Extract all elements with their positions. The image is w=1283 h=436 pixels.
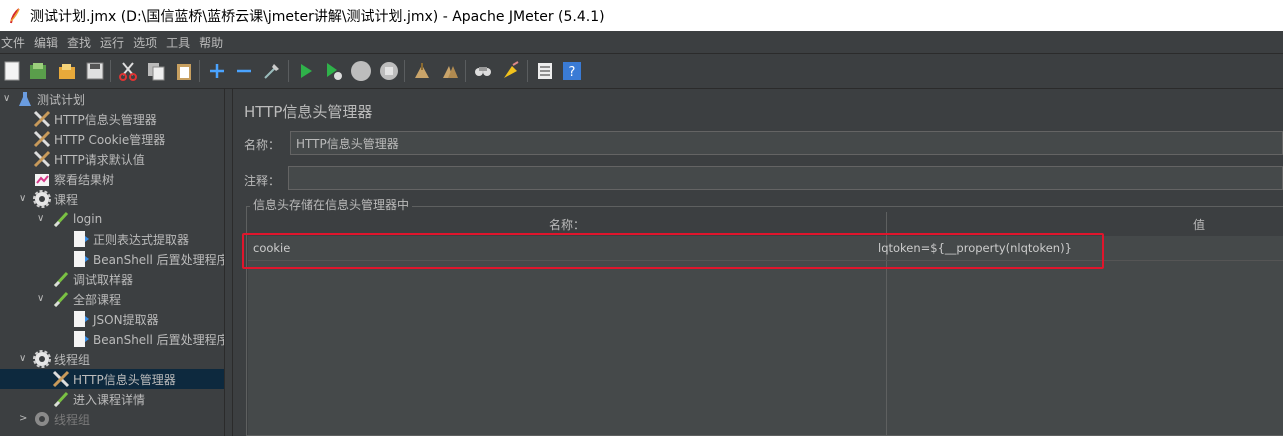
tree-node-http-header-manager[interactable]: HTTP信息头管理器 [33,109,157,129]
tree-node-debug-sampler[interactable]: 调试取样器 [52,269,133,289]
tree-node-test-plan[interactable]: 测试计划 [16,89,85,109]
comment-label: 注释： [244,174,281,188]
tree-node-http-request-defaults[interactable]: HTTP请求默认值 [33,149,145,169]
tree-node-http-cookie-manager[interactable]: HTTP Cookie管理器 [33,129,165,149]
flask-icon [16,90,34,108]
post-processor-icon [72,250,90,268]
tree-node-json-extractor[interactable]: JSON提取器 [72,309,159,329]
menu-run[interactable]: 运行 [99,34,132,51]
config-element-icon [33,130,51,148]
config-element-icon [33,150,51,168]
menu-file[interactable]: 文件 [0,34,33,51]
clear-all-icon[interactable] [439,60,461,82]
tree-node-thread-group-course[interactable]: 课程 [33,189,78,209]
stop-icon[interactable] [350,60,372,82]
config-element-icon [33,110,51,128]
title-bar: 测试计划.jmx (D:\国信蓝桥\蓝桥云课\jmeter讲解\测试计划.jmx… [0,0,1283,31]
post-processor-icon [72,230,90,248]
sampler-icon [52,210,70,228]
start-icon[interactable] [295,60,317,82]
toggle-icon[interactable] [261,60,283,82]
tree-node-view-results-tree[interactable]: 察看结果树 [33,169,114,189]
tree-node-regex-extractor[interactable]: 正则表达式提取器 [72,229,189,249]
tree-expand-caret[interactable]: ∨ [37,213,44,224]
test-plan-tree: ∨ 测试计划 HTTP信息头管理器 HTTP Cookie管理器 HTTP请求默… [0,89,229,436]
save-icon[interactable] [84,60,106,82]
jmeter-feather-icon [10,7,20,23]
menu-options[interactable]: 选项 [132,34,165,51]
tree-expand-caret[interactable]: ∨ [3,93,10,104]
menu-bar: 文件 编辑 查找 运行 选项 工具 帮助 [0,31,1283,54]
tree-expand-caret[interactable]: ∨ [37,293,44,304]
tree-node-login[interactable]: login [52,209,102,229]
name-field[interactable]: HTTP信息头管理器 [290,131,1283,155]
expand-icon[interactable] [206,60,228,82]
toolbar: ? [0,54,1283,89]
panel-splitter[interactable] [224,89,233,436]
menu-edit[interactable]: 编辑 [33,34,66,51]
post-processor-icon [72,310,90,328]
tree-node-beanshell-postprocessor[interactable]: BeanShell 后置处理程序 [72,249,229,269]
new-icon[interactable] [1,60,23,82]
thread-group-icon [33,410,51,428]
reset-search-icon[interactable] [500,60,522,82]
config-element-icon [52,370,70,388]
svg-text:?: ? [569,65,576,80]
thread-group-icon [33,190,51,208]
tree-node-course-detail[interactable]: 进入课程详情 [52,389,145,409]
sampler-icon [52,390,70,408]
sampler-icon [52,290,70,308]
menu-search[interactable]: 查找 [66,34,99,51]
thread-group-icon [33,350,51,368]
cut-icon[interactable] [117,60,139,82]
name-label: 名称： [244,138,281,152]
headers-group-title: 信息头存储在信息头管理器中 [250,196,413,213]
tree-node-all-courses[interactable]: 全部课程 [52,289,121,309]
help-icon[interactable]: ? [561,60,583,82]
collapse-icon[interactable] [233,60,255,82]
highlight-annotation-box [242,233,1104,269]
paste-icon[interactable] [173,60,195,82]
panel-title: HTTP信息头管理器 [244,103,373,121]
tree-expand-caret[interactable]: ∨ [19,193,26,204]
function-helper-icon[interactable] [534,60,556,82]
shutdown-icon[interactable] [378,60,400,82]
window-title: 测试计划.jmx (D:\国信蓝桥\蓝桥云课\jmeter讲解\测试计划.jmx… [30,8,605,25]
comment-field[interactable] [288,166,1283,190]
clear-icon[interactable] [411,60,433,82]
search-icon[interactable] [472,60,494,82]
start-no-pause-icon[interactable] [322,60,344,82]
sampler-icon [52,270,70,288]
copy-icon[interactable] [145,60,167,82]
open-icon[interactable] [56,60,78,82]
tree-node-http-header-manager-selected[interactable]: HTTP信息头管理器 [0,369,224,389]
menu-tools[interactable]: 工具 [165,34,198,51]
listener-icon [33,170,51,188]
tree-collapse-caret[interactable]: > [19,413,27,424]
tree-node-thread-group-disabled[interactable]: 线程组 [33,409,90,429]
post-processor-icon [72,330,90,348]
templates-icon[interactable] [27,60,49,82]
tree-node-beanshell-postprocessor-2[interactable]: BeanShell 后置处理程序 [72,329,229,349]
tree-node-thread-group[interactable]: 线程组 [33,349,90,369]
menu-help[interactable]: 帮助 [198,34,231,51]
tree-expand-caret[interactable]: ∨ [19,353,26,364]
